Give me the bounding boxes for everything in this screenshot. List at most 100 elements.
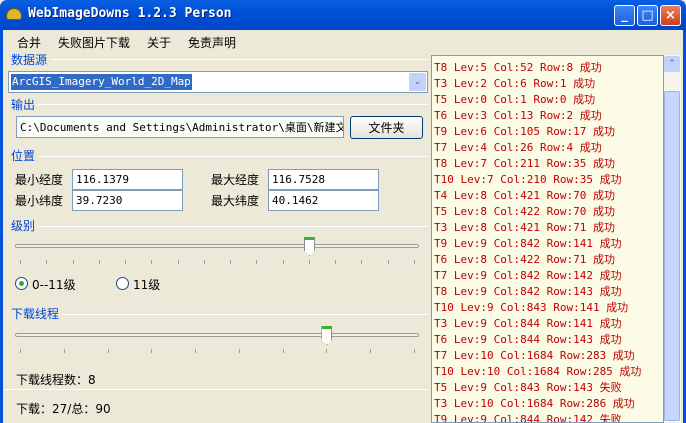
scroll-up-icon[interactable]: ⌃ — [664, 56, 680, 72]
level-label: 级别 — [11, 219, 36, 233]
log-line: T3 Lev:8 Col:421 Row:71 成功 — [434, 221, 615, 234]
level-slider-tick — [46, 260, 48, 264]
thread-slider-tick — [282, 349, 284, 353]
level-slider-tick — [282, 260, 284, 264]
log-line: T4 Lev:8 Col:421 Row:70 成功 — [434, 189, 615, 202]
level-slider-tick — [335, 260, 337, 264]
level-slider-tick — [177, 260, 179, 264]
min-lat-input[interactable] — [72, 190, 183, 211]
threads-label: 下载线程 — [11, 307, 60, 321]
min-lon-input[interactable] — [72, 169, 183, 190]
log-panel[interactable]: T8 Lev:5 Col:52 Row:8 成功 T3 Lev:2 Col:6 R… — [431, 55, 664, 423]
app-icon — [6, 8, 22, 20]
group-line — [38, 226, 428, 227]
level-single-label: 11级 — [133, 278, 161, 292]
level-slider-thumb[interactable] — [303, 237, 315, 256]
log-line: T7 Lev:4 Col:26 Row:4 成功 — [434, 141, 602, 154]
level-slider-tick — [203, 260, 205, 264]
log-line: T8 Lev:9 Col:842 Row:143 成功 — [434, 285, 622, 298]
thread-slider-tick — [370, 349, 372, 353]
menu-about[interactable]: 关于 — [147, 34, 171, 51]
level-slider-tick — [98, 260, 100, 264]
log-line: T10 Lev:7 Col:210 Row:35 成功 — [434, 173, 622, 186]
log-line: T10 Lev:9 Col:843 Row:141 成功 — [434, 301, 629, 314]
thread-slider-tick — [107, 349, 109, 353]
max-lat-label: 最大纬度 — [211, 194, 260, 208]
log-line: T8 Lev:7 Col:211 Row:35 成功 — [434, 157, 615, 170]
datasource-value: ArcGIS_Imagery_World_2D_Map — [11, 74, 192, 90]
log-line: T7 Lev:9 Col:842 Row:142 成功 — [434, 269, 622, 282]
group-line — [50, 59, 428, 60]
thread-slider[interactable] — [15, 325, 419, 355]
thread-slider-track[interactable] — [15, 333, 419, 337]
title-bar[interactable]: WebImageDowns 1.2.3 Person _ □ × — [0, 0, 686, 30]
max-lon-input[interactable] — [268, 169, 379, 190]
level-slider-tick — [361, 260, 363, 264]
progress-text: 下载：27/总：90 — [16, 402, 111, 416]
log-line: T9 Lev:9 Col:844 Row:142 失败 — [434, 413, 622, 423]
thread-slider-thumb[interactable] — [321, 326, 333, 345]
thread-slider-tick — [414, 349, 415, 353]
level-slider-tick — [20, 260, 21, 264]
log-line: T10 Lev:10 Col:1684 Row:285 成功 — [434, 365, 642, 378]
level-slider-tick — [125, 260, 127, 264]
thread-slider-tick — [151, 349, 153, 353]
thread-count-text: 下载线程数：8 — [16, 373, 96, 387]
level-slider-tick — [308, 260, 310, 264]
divider — [4, 389, 428, 390]
level-slider[interactable] — [15, 236, 419, 266]
log-scrollbar[interactable]: ⌃ — [664, 55, 681, 423]
log-line: T3 Lev:2 Col:6 Row:1 成功 — [434, 77, 596, 90]
window-frame-left — [0, 30, 3, 423]
level-slider-tick — [230, 260, 232, 264]
group-line — [38, 156, 428, 157]
output-label: 输出 — [11, 98, 36, 112]
chevron-down-icon[interactable]: ⌄ — [409, 73, 426, 91]
level-single-radio[interactable] — [116, 277, 129, 290]
level-range-radio[interactable] — [15, 277, 28, 290]
window-title: WebImageDowns 1.2.3 Person — [28, 6, 232, 21]
log-line: T9 Lev:9 Col:842 Row:141 成功 — [434, 237, 622, 250]
max-lat-input[interactable] — [268, 190, 379, 211]
log-line: T6 Lev:9 Col:844 Row:143 成功 — [434, 333, 622, 346]
minimize-button[interactable]: _ — [614, 5, 635, 26]
menu-failed-download[interactable]: 失败图片下载 — [58, 34, 130, 51]
max-lon-label: 最大经度 — [211, 173, 260, 187]
menu-merge[interactable]: 合并 — [17, 34, 41, 51]
thread-slider-tick — [238, 349, 240, 353]
maximize-button[interactable]: □ — [637, 5, 658, 26]
log-line: T5 Lev:0 Col:1 Row:0 成功 — [434, 93, 596, 106]
log-line: T6 Lev:3 Col:13 Row:2 成功 — [434, 109, 602, 122]
thread-slider-tick — [195, 349, 197, 353]
thread-slider-tick — [20, 349, 21, 353]
group-line — [38, 104, 428, 105]
log-line: T6 Lev:8 Col:422 Row:71 成功 — [434, 253, 615, 266]
close-button[interactable]: × — [660, 5, 681, 26]
output-path-input[interactable] — [16, 116, 344, 138]
folder-button[interactable]: 文件夹 — [350, 116, 423, 139]
level-slider-tick — [72, 260, 74, 264]
thread-slider-tick — [63, 349, 65, 353]
thread-slider-tick — [326, 349, 328, 353]
log-line: T5 Lev:9 Col:843 Row:143 失败 — [434, 381, 622, 394]
group-line — [62, 314, 428, 315]
level-slider-tick — [256, 260, 258, 264]
datasource-select[interactable]: ArcGIS_Imagery_World_2D_Map ⌄ — [8, 71, 428, 93]
level-slider-tick — [414, 260, 415, 264]
level-range-label: 0--11级 — [32, 278, 76, 292]
log-line: T3 Lev:10 Col:1684 Row:286 成功 — [434, 397, 635, 410]
position-label: 位置 — [11, 149, 36, 163]
log-line: T8 Lev:5 Col:52 Row:8 成功 — [434, 61, 602, 74]
log-line: T9 Lev:6 Col:105 Row:17 成功 — [434, 125, 615, 138]
scrollbar-thumb[interactable] — [664, 91, 680, 421]
log-line: T7 Lev:10 Col:1684 Row:283 成功 — [434, 349, 635, 362]
datasource-label: 数据源 — [11, 53, 48, 67]
menu-disclaimer[interactable]: 免责声明 — [188, 34, 236, 51]
level-slider-tick — [387, 260, 389, 264]
log-line: T3 Lev:9 Col:844 Row:141 成功 — [434, 317, 622, 330]
min-lon-label: 最小经度 — [15, 173, 64, 187]
min-lat-label: 最小纬度 — [15, 194, 64, 208]
level-slider-track[interactable] — [15, 244, 419, 248]
log-line: T5 Lev:8 Col:422 Row:70 成功 — [434, 205, 615, 218]
level-slider-tick — [151, 260, 153, 264]
